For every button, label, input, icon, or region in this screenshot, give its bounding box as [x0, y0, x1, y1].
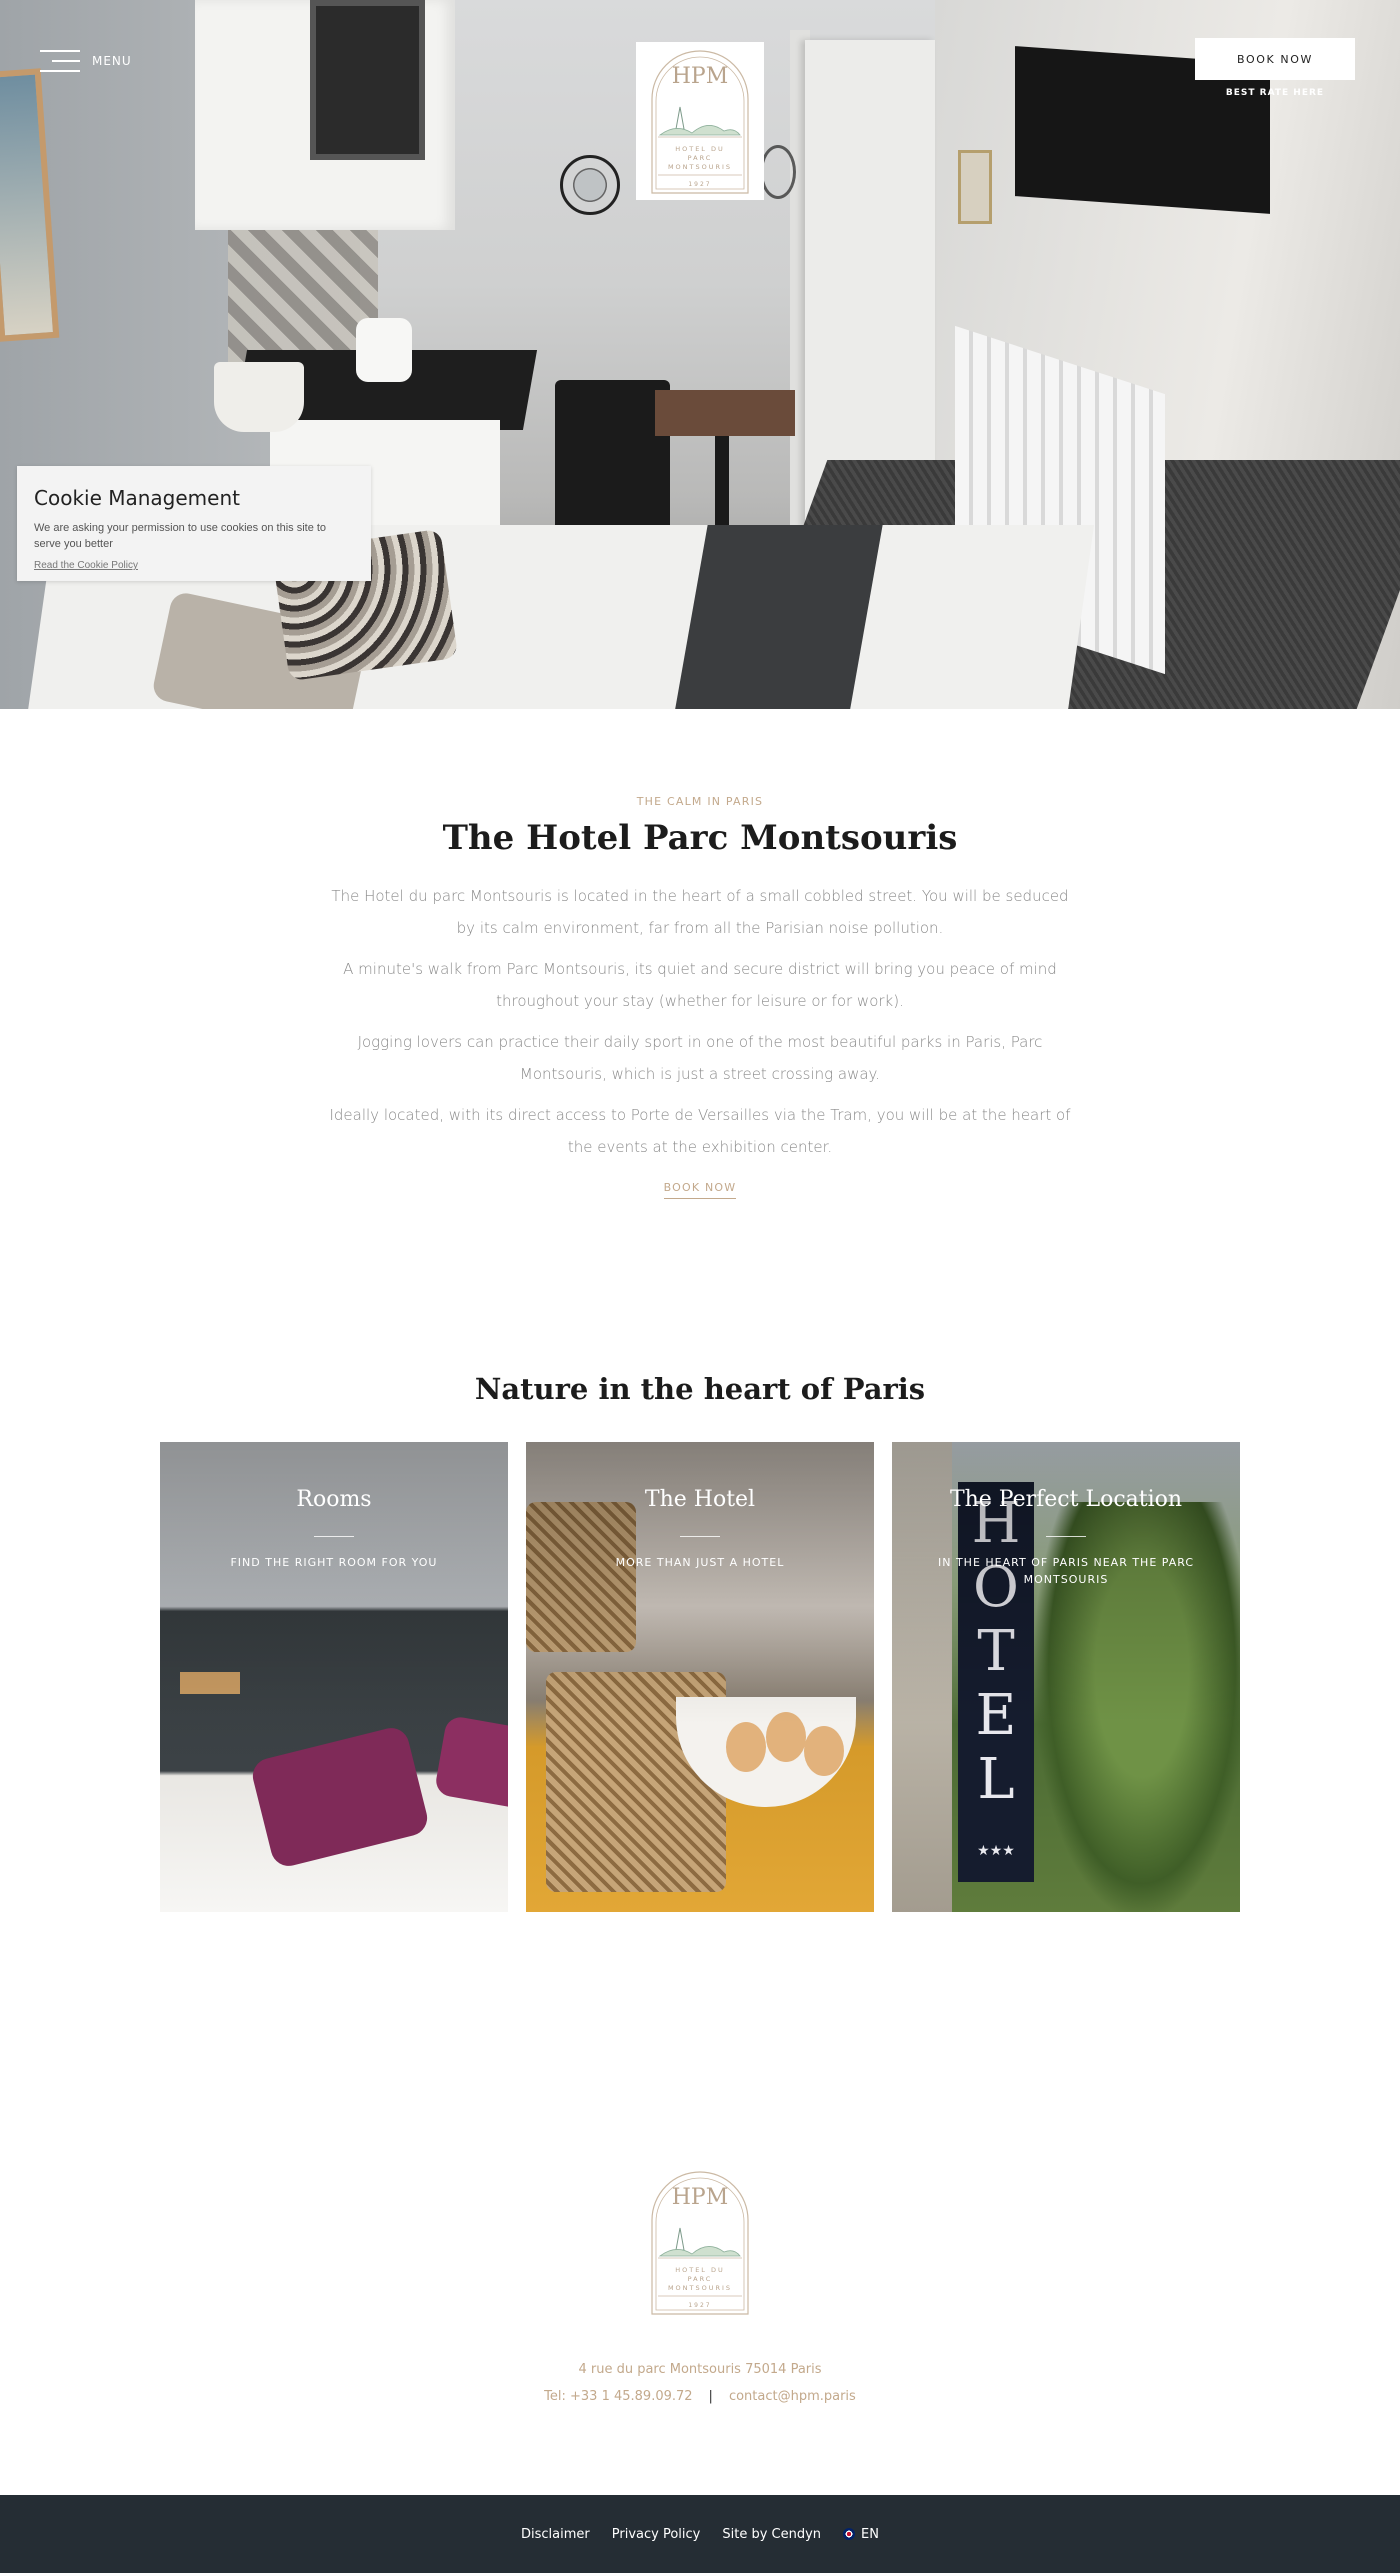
- logo-monogram: HPM: [672, 64, 729, 89]
- footer-email-link[interactable]: contact@hpm.paris: [729, 2389, 856, 2404]
- card-title: The Perfect Location: [949, 1487, 1183, 1512]
- cookie-text: We are asking your permission to use coo…: [34, 522, 327, 550]
- footer-link-disclaimer[interactable]: Disclaimer: [521, 2527, 590, 2542]
- footer-separator: |: [708, 2389, 713, 2404]
- intro-paragraph: A minute's walk from Parc Montsouris, it…: [343, 960, 1057, 1010]
- footer-logo-text-line1: HOTEL DU: [675, 2266, 725, 2274]
- intro-paragraph: Ideally located, with its direct access …: [329, 1106, 1071, 1156]
- cookie-banner: Cookie Management We are asking your per…: [17, 466, 371, 581]
- logo-text-line3: MONTSOURIS: [668, 163, 732, 171]
- intro-paragraph: Jogging lovers can practice their daily …: [357, 1033, 1043, 1083]
- menu-label: MENU: [92, 54, 132, 68]
- footer-logo[interactable]: HPM HOTEL DU PARC MONTSOURIS 1927: [636, 2162, 764, 2322]
- uk-flag-icon: [843, 2528, 856, 2540]
- footer-link-site-by[interactable]: Site by Cendyn: [722, 2527, 821, 2542]
- intro-book-now-link[interactable]: BOOK NOW: [663, 1181, 737, 1199]
- best-rate-label: BEST RATE HERE: [1225, 88, 1325, 98]
- intro-eyebrow: THE CALM IN PARIS: [636, 795, 764, 808]
- card-the-hotel[interactable]: The Hotel MORE THAN JUST A HOTEL: [526, 1442, 874, 1912]
- language-label: EN: [861, 2526, 879, 2542]
- book-now-button[interactable]: BOOK NOW: [1195, 38, 1355, 80]
- language-selector[interactable]: EN: [843, 2527, 879, 2542]
- footer-contact: Tel: +33 1 45.89.09.72 | contact@hpm.paris: [0, 2389, 1400, 2404]
- intro-title: The Hotel Parc Montsouris: [442, 818, 958, 858]
- footer-link-privacy-policy[interactable]: Privacy Policy: [612, 2527, 701, 2542]
- card-perfect-location[interactable]: HOTEL ★★★ The Perfect Location IN THE HE…: [892, 1442, 1240, 1912]
- card-title: The Hotel: [644, 1487, 756, 1512]
- footer-logo-emblem: HPM HOTEL DU PARC MONTSOURIS 1927: [651, 2171, 749, 2315]
- hamburger-icon: [40, 48, 80, 74]
- logo-text-line2: PARC: [688, 154, 713, 162]
- footer-logo-text-line3: MONTSOURIS: [668, 2284, 732, 2292]
- intro-body: The Hotel du parc Montsouris is located …: [325, 880, 1075, 1172]
- card-rooms[interactable]: Rooms FIND THE RIGHT ROOM FOR YOU: [160, 1442, 508, 1912]
- intro-paragraph: The Hotel du parc Montsouris is located …: [331, 887, 1069, 937]
- footer-logo-year: 1927: [688, 2302, 711, 2309]
- menu-button[interactable]: MENU: [40, 48, 132, 74]
- card-subtitle: IN THE HEART OF PARIS NEAR THE PARC MONT…: [937, 1556, 1195, 1586]
- logo-text-line1: HOTEL DU: [675, 145, 725, 153]
- nature-title: Nature in the heart of Paris: [474, 1372, 926, 1406]
- star-rating-icon: ★★★: [977, 1842, 1015, 1858]
- footer-phone-link[interactable]: Tel: +33 1 45.89.09.72: [544, 2389, 692, 2404]
- cookie-policy-link[interactable]: Read the Cookie Policy: [34, 560, 138, 571]
- footer-logo-text-line2: PARC: [688, 2275, 713, 2283]
- footer-logo-monogram: HPM: [672, 2185, 729, 2210]
- logo-year: 1927: [688, 181, 711, 188]
- footer-bar: Disclaimer Privacy Policy Site by Cendyn…: [0, 2495, 1400, 2573]
- cookie-title: Cookie Management: [34, 486, 240, 510]
- footer-address: 4 rue du parc Montsouris 75014 Paris: [578, 2362, 822, 2377]
- logo-emblem: HPM HOTEL DU PARC MONTSOURIS 1927: [651, 50, 749, 194]
- hotel-logo[interactable]: HPM HOTEL DU PARC MONTSOURIS 1927: [636, 42, 764, 200]
- card-subtitle: FIND THE RIGHT ROOM FOR YOU: [230, 1556, 438, 1569]
- card-subtitle: MORE THAN JUST A HOTEL: [615, 1556, 785, 1569]
- card-title: Rooms: [296, 1487, 372, 1512]
